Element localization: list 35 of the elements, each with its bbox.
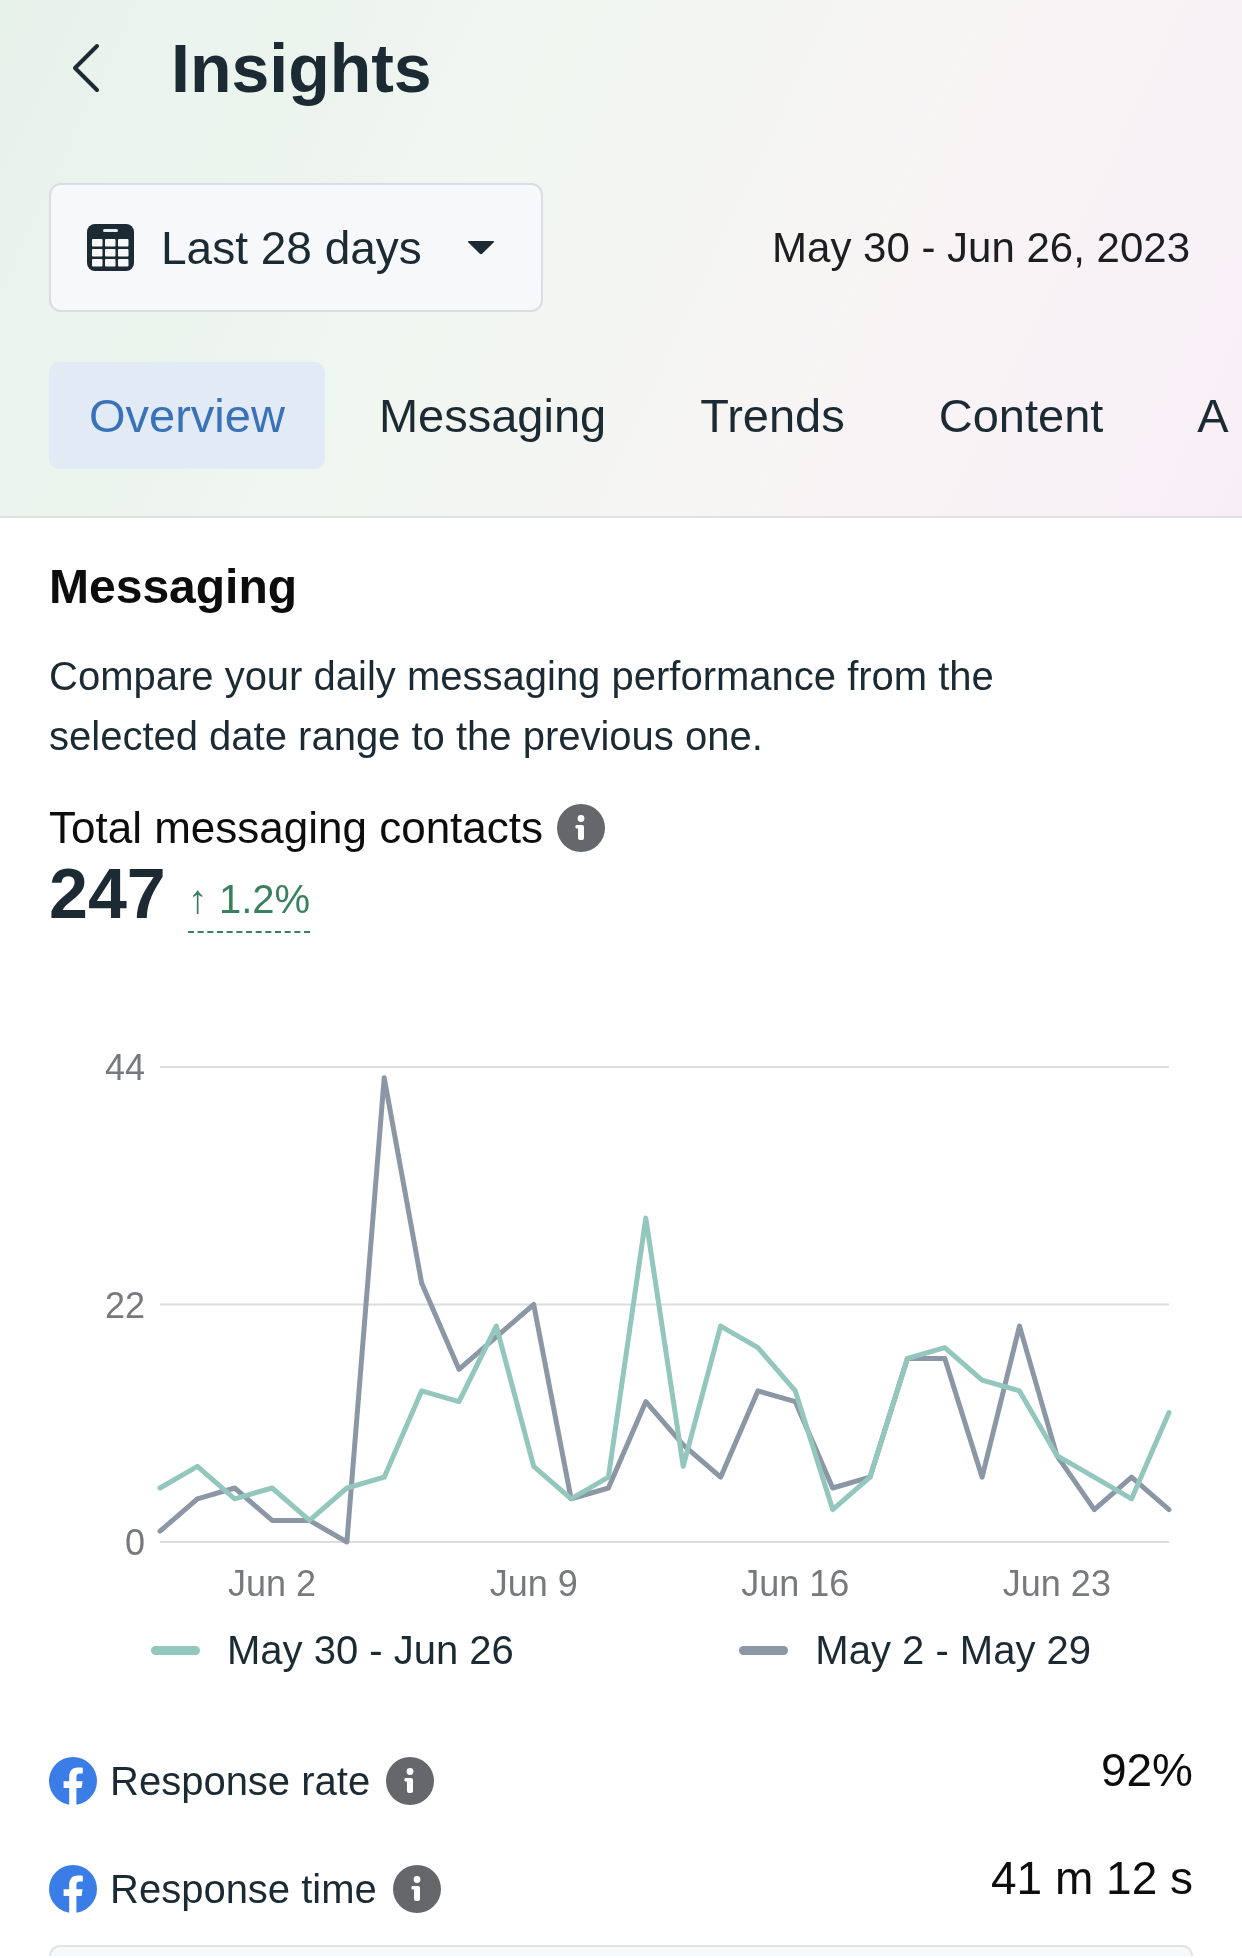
back-icon: [71, 43, 101, 93]
metric-value: 247: [49, 856, 166, 933]
tab[interactable]: Overview: [49, 362, 325, 469]
axis-label: 44: [104, 1047, 145, 1088]
axis-label: Jun 9: [489, 1563, 578, 1604]
metric-label: Total messaging contacts: [49, 802, 544, 853]
stat-value: 92%: [1100, 1743, 1193, 1797]
tab[interactable]: Content: [898, 362, 1144, 469]
stat-label: Response time: [110, 1866, 377, 1912]
stat-value: 41 m 12 s: [991, 1851, 1193, 1905]
date-range-dropdown[interactable]: Last 28 days: [49, 183, 543, 312]
info-icon[interactable]: [557, 803, 606, 852]
date-range-text: May 30 - Jun 26, 2023: [772, 223, 1190, 272]
legend-label: May 2 - May 29: [815, 1627, 1091, 1674]
info-icon[interactable]: [392, 1865, 441, 1913]
tab[interactable]: Messaging: [338, 362, 647, 469]
tab[interactable]: A: [1157, 362, 1242, 469]
section-title: Messaging: [49, 559, 299, 615]
f-logo-icon: [49, 1865, 97, 1913]
change-percentage[interactable]: ↑ 1.2%: [187, 875, 311, 933]
page-title: Insights: [171, 29, 432, 108]
axis-label: Jun 2: [228, 1563, 317, 1604]
axis-label: 22: [104, 1284, 145, 1326]
axis-label: 0: [124, 1522, 145, 1563]
tab[interactable]: Trends: [660, 362, 885, 469]
section-description: Compare your daily messaging performance from the selected date range to the previous one.: [49, 653, 995, 760]
info-icon[interactable]: [386, 1757, 435, 1805]
f-logo-icon: [49, 1757, 97, 1805]
axis-label: Jun 23: [1002, 1563, 1111, 1604]
caret-down-icon: [467, 240, 495, 255]
axis-label: Jun 16: [741, 1563, 850, 1604]
calendar-icon: [87, 224, 134, 271]
stat-label: Response rate: [110, 1758, 371, 1804]
legend-label: May 30 - Jun 26: [227, 1627, 514, 1674]
back-button[interactable]: [71, 43, 101, 93]
